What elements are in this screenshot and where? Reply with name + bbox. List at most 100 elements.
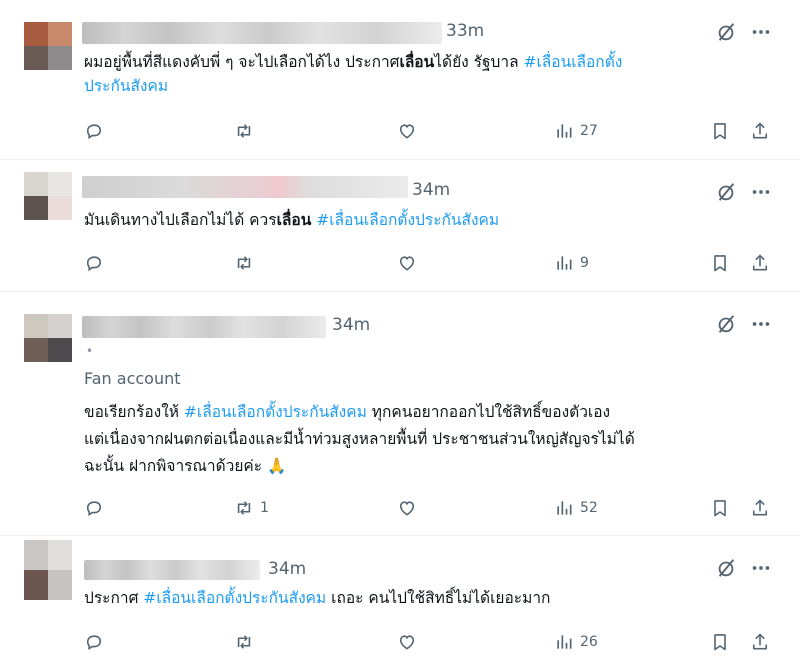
hashtag-link[interactable]: #เลื่อนเลือกตั้งประกันสังคม: [316, 211, 499, 229]
share-icon: [750, 253, 770, 273]
tweet-1[interactable]: 33m ผมอยู่พื้นที่สีแดงคับพี่ ๆ จะไปเลือก…: [0, 0, 800, 160]
bookmark-icon: [710, 253, 730, 273]
avatar[interactable]: [24, 314, 72, 362]
like-button[interactable]: [397, 251, 423, 275]
text-segment: เถอะ คนไปใช้สิทธิ์ไม่ได้เยอะมาก: [326, 589, 551, 607]
like-icon: [397, 121, 417, 141]
repost-icon: [234, 498, 254, 518]
share-button[interactable]: [750, 251, 770, 275]
tweet-text: ประกาศ #เลื่อนเลือกตั้งประกันสังคม เถอะ …: [84, 586, 764, 610]
bookmark-icon: [710, 632, 730, 652]
timestamp[interactable]: 33m: [446, 21, 484, 41]
tweet-text-line: ประกันสังคม: [84, 74, 764, 98]
text-segment: ผมอยู่พื้นที่สีแดงคับพี่ ๆ จะไปเลือกได้ไ…: [84, 53, 400, 71]
views-button[interactable]: 27: [554, 119, 598, 143]
action-bar: 27: [84, 119, 774, 143]
share-icon: [750, 632, 770, 652]
text-segment: ฉะนั้น ฝากพิจารณาด้วยค่ะ: [84, 457, 268, 475]
grok-icon[interactable]: [715, 181, 737, 203]
repost-icon: [234, 253, 254, 273]
views-icon: [554, 632, 574, 652]
bookmark-icon: [710, 121, 730, 141]
hashtag-link[interactable]: #เลื่อนเลือกตั้งประกันสังคม: [143, 589, 326, 607]
repost-button[interactable]: [234, 119, 260, 143]
avatar[interactable]: [24, 172, 72, 220]
grok-icon[interactable]: [715, 21, 737, 43]
text-segment: ขอเรียกร้องให้: [84, 403, 184, 421]
views-button[interactable]: 52: [554, 496, 598, 520]
like-icon: [397, 498, 417, 518]
hashtag-link[interactable]: ประกันสังคม: [84, 77, 168, 95]
tweet-text-line: แต่เนื่องจากฝนตกต่อเนื่องและมีน้ำท่วมสูง…: [84, 426, 764, 453]
avatar[interactable]: [24, 22, 72, 70]
action-bar: 1 52: [84, 496, 774, 520]
highlighted-term: เลื่อน: [276, 211, 312, 229]
views-count: 26: [580, 634, 598, 650]
highlighted-term: เลื่อน: [399, 53, 435, 71]
timestamp[interactable]: 34m: [268, 559, 306, 579]
views-button[interactable]: 26: [554, 630, 598, 654]
tweet-text: ผมอยู่พื้นที่สีแดงคับพี่ ๆ จะไปเลือกได้ไ…: [84, 50, 764, 98]
tweet-text-line: ขอเรียกร้องให้ #เลื่อนเลือกตั้งประกันสัง…: [84, 399, 764, 426]
bookmark-icon: [710, 498, 730, 518]
tweet-text: ขอเรียกร้องให้ #เลื่อนเลือกตั้งประกันสัง…: [84, 399, 764, 480]
like-button[interactable]: [397, 119, 423, 143]
more-icon[interactable]: [750, 181, 772, 203]
tweet-text-line: มันเดินทางไปเลือกไม่ได้ ควรเลื่อน #เลื่อ…: [84, 208, 764, 232]
bookmark-button[interactable]: [710, 251, 730, 275]
repost-button[interactable]: [234, 630, 260, 654]
like-icon: [397, 253, 417, 273]
like-icon: [397, 632, 417, 652]
tweet-4[interactable]: 34m ประกาศ #เลื่อนเลือกตั้งประกันสังคม เ…: [0, 536, 800, 662]
views-count: 52: [580, 500, 598, 516]
folded-hands-emoji: 🙏: [267, 457, 287, 475]
repost-button[interactable]: 1: [234, 496, 269, 520]
repost-count: 1: [260, 500, 269, 516]
reply-icon: [84, 632, 104, 652]
views-button[interactable]: 9: [554, 251, 589, 275]
repost-button[interactable]: [234, 251, 260, 275]
reply-button[interactable]: [84, 630, 110, 654]
hashtag-link[interactable]: #เลื่อนเลือกตั้ง: [524, 53, 623, 71]
more-icon[interactable]: [750, 557, 772, 579]
author-name-blurred[interactable]: [82, 176, 408, 198]
bookmark-button[interactable]: [710, 119, 730, 143]
grok-icon[interactable]: [715, 313, 737, 335]
tweet-3[interactable]: 34m • Fan account ขอเรียกร้องให้ #เลื่อน…: [0, 292, 800, 536]
tweet-2[interactable]: 34m มันเดินทางไปเลือกไม่ได้ ควรเลื่อน #เ…: [0, 160, 800, 292]
reply-button[interactable]: [84, 119, 110, 143]
reply-icon: [84, 498, 104, 518]
author-name-blurred[interactable]: [82, 22, 442, 44]
grok-icon[interactable]: [715, 557, 737, 579]
timestamp[interactable]: 34m: [332, 315, 370, 335]
author-name-blurred[interactable]: [82, 316, 326, 338]
text-segment: ทุกคนอยากออกไปใช้สิทธิ์ของตัวเอง: [366, 403, 611, 421]
views-count: 9: [580, 255, 589, 271]
like-button[interactable]: [397, 630, 423, 654]
tweet-text-line: ผมอยู่พื้นที่สีแดงคับพี่ ๆ จะไปเลือกได้ไ…: [84, 50, 764, 74]
views-icon: [554, 253, 574, 273]
reply-button[interactable]: [84, 496, 110, 520]
action-bar: 26: [84, 630, 774, 654]
share-icon: [750, 121, 770, 141]
reply-button[interactable]: [84, 251, 110, 275]
text-segment: แต่เนื่องจากฝนตกต่อเนื่องและมีน้ำท่วมสูง…: [84, 430, 635, 448]
text-segment: มันเดินทางไปเลือกไม่ได้ ควร: [84, 211, 277, 229]
more-icon[interactable]: [750, 313, 772, 335]
views-icon: [554, 121, 574, 141]
avatar[interactable]: [24, 540, 72, 600]
hashtag-link[interactable]: #เลื่อนเลือกตั้งประกันสังคม: [184, 403, 367, 421]
bookmark-button[interactable]: [710, 496, 730, 520]
views-icon: [554, 498, 574, 518]
share-icon: [750, 498, 770, 518]
like-button[interactable]: [397, 496, 423, 520]
author-name-blurred[interactable]: [84, 560, 260, 580]
more-icon[interactable]: [750, 21, 772, 43]
timestamp[interactable]: 34m: [412, 180, 450, 200]
bookmark-button[interactable]: [710, 630, 730, 654]
share-button[interactable]: [750, 496, 770, 520]
tweet-text-line: ฉะนั้น ฝากพิจารณาด้วยค่ะ 🙏: [84, 453, 764, 480]
tweet-text: มันเดินทางไปเลือกไม่ได้ ควรเลื่อน #เลื่อ…: [84, 208, 764, 232]
share-button[interactable]: [750, 630, 770, 654]
share-button[interactable]: [750, 119, 770, 143]
